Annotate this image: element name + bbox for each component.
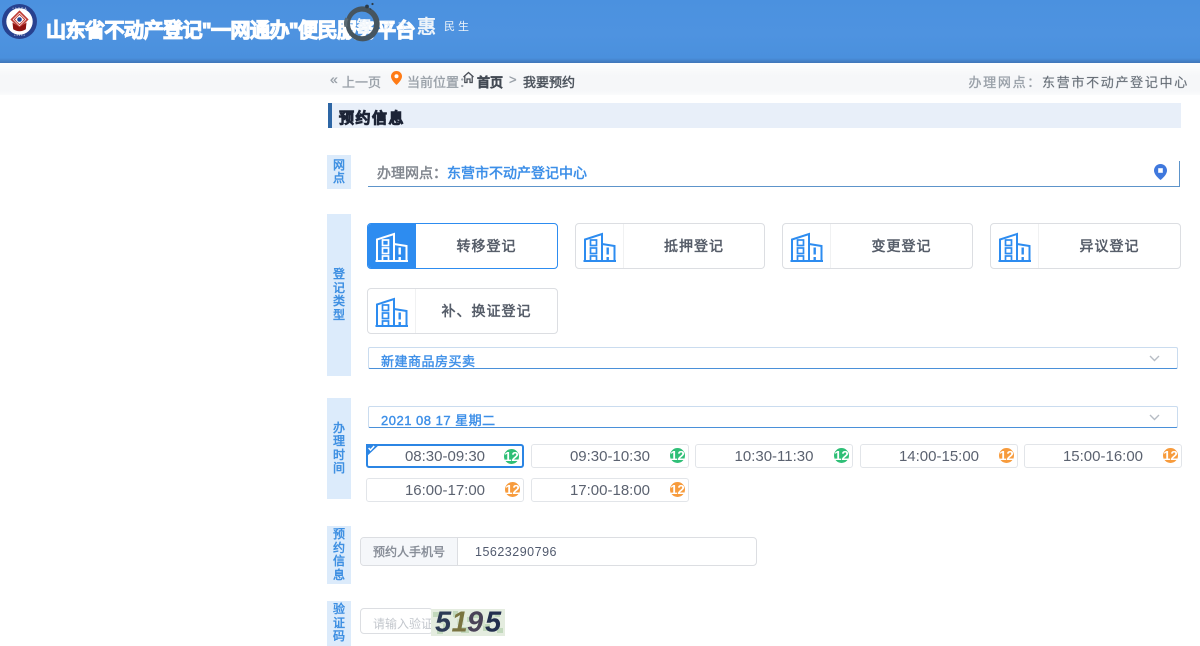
svg-text:智: 智 (356, 17, 371, 35)
svg-text:下: 下 (398, 22, 409, 34)
svg-text:5: 5 (485, 609, 502, 636)
svg-text:9: 9 (467, 609, 483, 636)
svg-text:* A C P A: * A C P A (12, 7, 27, 11)
svg-text:·: · (411, 21, 415, 33)
svg-text:* * * * *: * * * * * (14, 34, 25, 38)
svg-text:天: 天 (383, 20, 394, 32)
svg-text:生: 生 (458, 19, 469, 33)
svg-text:5: 5 (435, 609, 452, 636)
svg-text:民: 民 (444, 21, 455, 33)
svg-text:1: 1 (452, 609, 468, 636)
svg-text:惠: 惠 (417, 16, 436, 38)
